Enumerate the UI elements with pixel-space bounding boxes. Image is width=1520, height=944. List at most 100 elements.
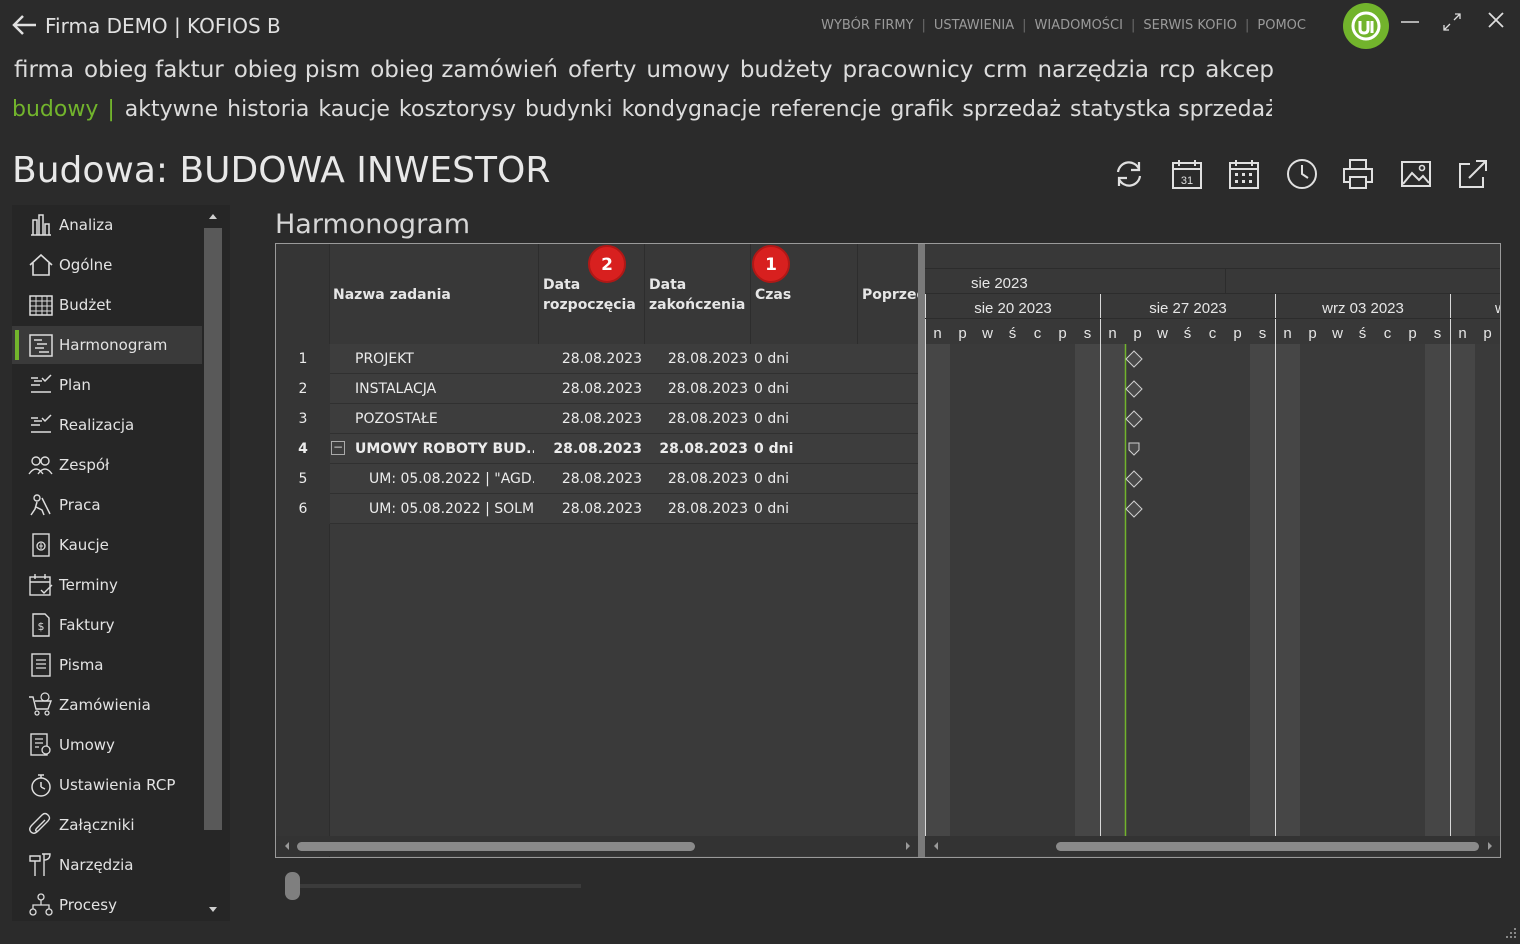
header-start-date-l2[interactable]: rozpoczęcia [543,296,636,314]
close-icon[interactable] [1484,8,1508,32]
sidebar-item[interactable]: Narzędzia [12,846,202,884]
sidebar-item[interactable]: Ustawienia RCP [12,766,202,804]
week-label: w [1494,300,1500,317]
sub-menu-item[interactable]: kondygnacje [622,97,761,122]
sub-menu-item[interactable]: sprzedaż [962,97,1061,122]
sidebar-item[interactable]: Budżet [12,286,202,324]
header-task-name[interactable]: Nazwa zadania [333,286,451,304]
sidebar-item[interactable]: Zamówienia [12,686,202,724]
header-end-date-l1[interactable]: Data [649,276,686,294]
task-number: 2 [276,374,330,404]
sub-menu-active[interactable]: budowy [12,97,98,122]
gantt-chart: n p w ś c p s n p w ś c p s n p w ś c p s n p sie 2023 sie 20 20… [925,244,1500,857]
top-link[interactable]: WYBÓR FIRMY [821,18,913,33]
checklist-icon [28,412,54,438]
main-menu-item[interactable]: obieg zamówień [370,57,558,83]
sidebar-item[interactable]: Pisma [12,646,202,684]
zoom-slider-thumb[interactable] [285,872,300,900]
external-link-icon[interactable] [1456,157,1490,191]
task-row[interactable]: 3 POZOSTAŁE 28.08.2023 28.08.2023 0 dni [276,404,918,434]
sidebar-item[interactable]: Terminy [12,566,202,604]
svg-text:$: $ [38,620,45,633]
weekend-column [1450,344,1475,836]
main-menu-item[interactable]: obieg faktur [84,57,224,83]
sidebar-item[interactable]: Ogólne [12,246,202,284]
back-arrow-icon[interactable] [10,10,40,40]
sub-menu-item[interactable]: kaucje [318,97,390,122]
print-icon[interactable] [1341,157,1375,191]
kofio-logo[interactable] [1343,3,1389,49]
header-duration[interactable]: Czas [755,286,791,304]
weekend-column [1275,344,1300,836]
main-menu-item[interactable]: rcp [1159,57,1195,83]
main-menu-item[interactable]: firma [14,57,74,83]
gantt-splitter[interactable] [918,244,925,857]
sidebar-scroll-thumb[interactable] [204,228,222,830]
minimize-icon[interactable] [1398,10,1422,34]
main-menu-item[interactable]: budżety [740,57,833,83]
main-menu-item[interactable]: akceptacje [1205,57,1274,83]
day-label: w [1331,325,1343,342]
header-end-date-l2[interactable]: zakończenia [649,296,745,314]
task-row[interactable]: 4 UMOWY ROBOTY BUD... 28.08.2023 28.08.2023… [276,434,918,464]
sidebar-item[interactable]: Analiza [12,206,202,244]
main-menu-item[interactable]: obieg pism [234,57,361,83]
sub-menu-item[interactable]: budynki [525,97,613,122]
top-link[interactable]: POMOC [1257,18,1306,33]
milestone[interactable] [1125,470,1143,488]
sidebar-item[interactable]: Umowy [12,726,202,764]
top-link[interactable]: USTAWIENIA [934,18,1014,33]
sidebar-item[interactable]: Procesy [12,886,202,921]
zoom-slider-track[interactable] [287,884,581,888]
sub-menu-item[interactable]: grafik [890,97,953,122]
refresh-icon[interactable] [1112,157,1146,191]
sidebar-item-label: Harmonogram [59,336,168,354]
chart-hscroll-thumb[interactable] [1056,842,1479,851]
task-row[interactable]: 5 UM: 05.08.2022 | "AGD... 28.08.2023 28.08… [276,464,918,494]
sub-menu-item[interactable]: historia [227,97,309,122]
clock-icon[interactable] [1285,157,1319,191]
task-end-date: 28.08.2023 [659,441,748,457]
task-row[interactable]: 2 INSTALACJA 28.08.2023 28.08.2023 0 dni [276,374,918,404]
main-menu-item[interactable]: umowy [646,57,729,83]
task-row[interactable]: 6 UM: 05.08.2022 | SOLM... 28.08.2023 28.08… [276,494,918,524]
milestone[interactable] [1125,410,1143,428]
header-predecessor[interactable]: Poprzed [862,286,918,304]
milestone[interactable] [1125,350,1143,368]
sidebar-item[interactable]: Praca [12,486,202,524]
sidebar-item[interactable]: Plan [12,366,202,404]
task-name: UMOWY ROBOTY BUD... [355,441,534,457]
sub-menu-item[interactable]: kosztorysy [399,97,516,122]
sidebar-item[interactable]: Zespół [12,446,202,484]
calendar-month-icon[interactable] [1227,157,1261,191]
main-menu-item[interactable]: oferty [568,57,636,83]
milestone[interactable] [1125,500,1143,518]
maximize-icon[interactable] [1440,10,1464,34]
badge-duration: 1 [752,245,790,283]
sidebar-item[interactable]: Realizacja [12,406,202,444]
grid-hscroll-thumb[interactable] [297,842,695,851]
sub-menu-item[interactable]: statystka sprzedaży [1070,97,1272,122]
task-end-date: 28.08.2023 [667,411,748,427]
sub-menu-item[interactable]: referencje [770,97,881,122]
top-link[interactable]: WIADOMOŚCI [1035,18,1123,33]
sidebar-item[interactable]: $ Faktury [12,606,202,644]
header-start-date-l1[interactable]: Data [543,276,580,294]
sidebar-item-label: Terminy [59,576,118,594]
sidebar-item-label: Budżet [59,296,112,314]
summary-milestone[interactable] [1128,442,1140,456]
sidebar-item[interactable]: Załączniki [12,806,202,844]
resize-grip-icon[interactable] [1504,925,1518,939]
collapse-toggle-icon[interactable]: − [331,441,345,455]
main-menu-item[interactable]: pracownicy [842,57,973,83]
sub-menu-item[interactable]: aktywne [125,97,218,122]
sidebar-item[interactable]: Kaucje [12,526,202,564]
top-link[interactable]: SERWIS KOFIO [1143,18,1237,33]
main-menu-item[interactable]: narzędzia [1037,57,1149,83]
sidebar-item[interactable]: Harmonogram [12,326,202,364]
image-icon[interactable] [1399,157,1433,191]
task-row[interactable]: 1 PROJEKT 28.08.2023 28.08.2023 0 dni [276,344,918,374]
calendar-day-icon[interactable]: 31 [1170,157,1204,191]
milestone[interactable] [1125,380,1143,398]
main-menu-item[interactable]: crm [983,57,1027,83]
